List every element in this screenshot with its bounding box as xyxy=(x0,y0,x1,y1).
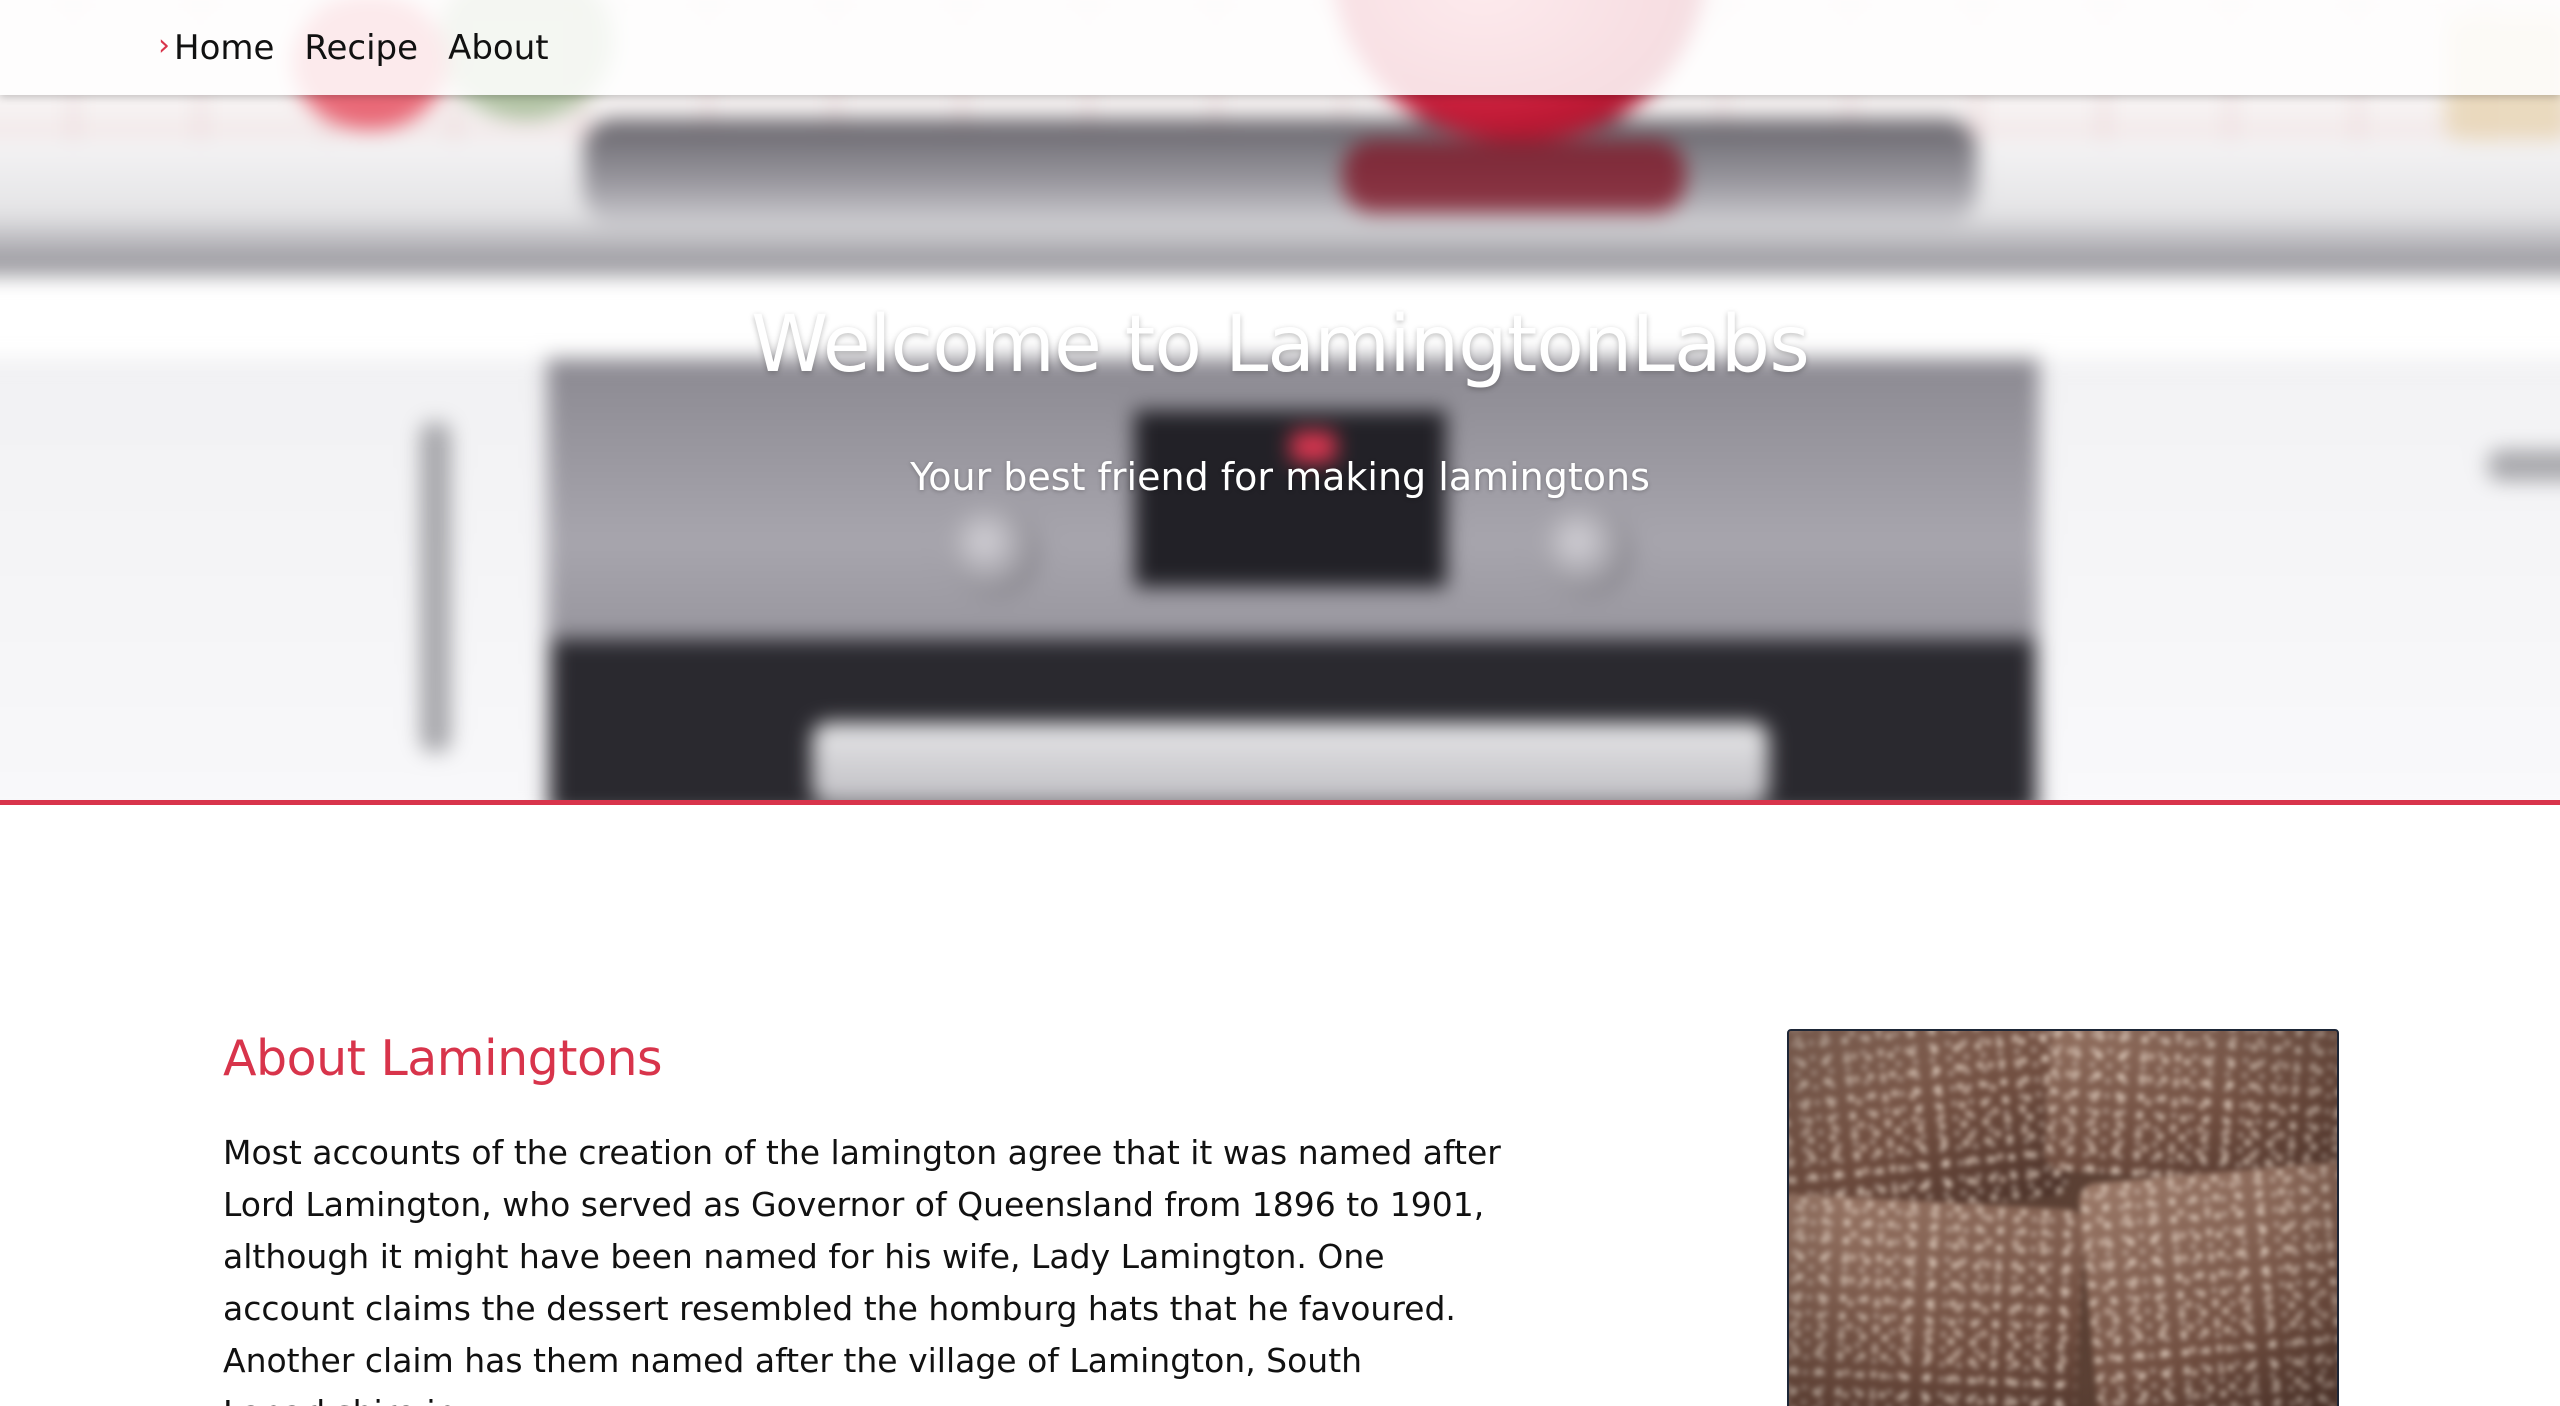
about-heading: About Lamingtons xyxy=(223,1030,663,1087)
nav-item-label: Home xyxy=(174,27,275,68)
chevron-right-icon: › xyxy=(158,28,170,63)
page: Welcome to LamingtonLabs Your best frien… xyxy=(0,0,2560,1406)
about-paragraph: Most accounts of the creation of the lam… xyxy=(223,1133,1501,1406)
nav-list: › Home Recipe About xyxy=(158,0,579,95)
hero-background-image xyxy=(0,0,2560,800)
nav-item-recipe[interactable]: Recipe xyxy=(304,28,418,68)
nav-item-about[interactable]: About xyxy=(448,28,549,68)
nav-item-home[interactable]: › Home xyxy=(158,28,274,68)
top-navbar: › Home Recipe About xyxy=(0,0,2560,95)
nav-item-label: About xyxy=(448,27,549,68)
hero-title: Welcome to LamingtonLabs xyxy=(751,300,1810,390)
about-section: About Lamingtons Most accounts of the cr… xyxy=(223,1030,1513,1406)
hero-banner: Welcome to LamingtonLabs Your best frien… xyxy=(0,0,2560,805)
hero-subtitle: Your best friend for making lamingtons xyxy=(910,455,1650,499)
nav-item-label: Recipe xyxy=(304,27,419,68)
lamington-photo xyxy=(1787,1029,2339,1406)
